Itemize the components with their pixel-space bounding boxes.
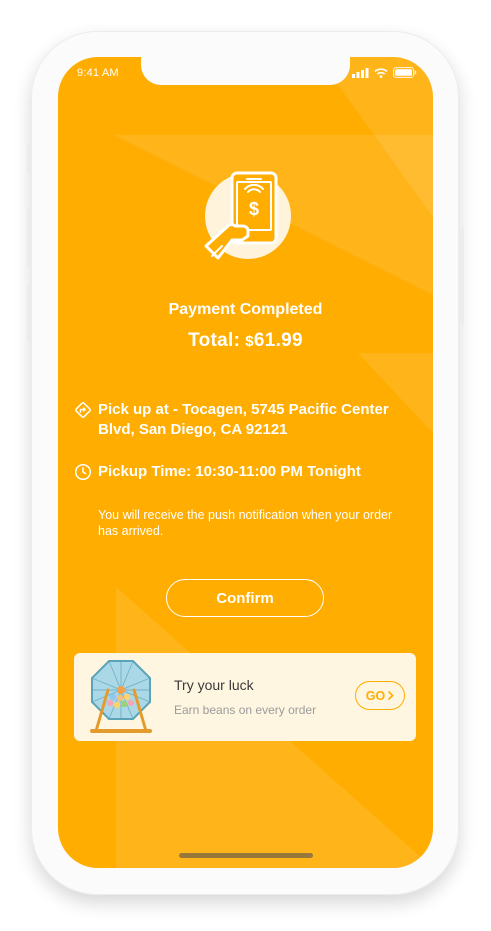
volume-up-button — [27, 208, 31, 266]
status-time: 9:41 AM — [77, 67, 119, 79]
total-amount: Total: $61.99 — [58, 330, 433, 352]
hand-phone-payment-icon: $ — [204, 171, 291, 260]
promo-subtitle: Earn beans on every order — [174, 703, 317, 717]
chevron-right-icon — [388, 691, 394, 700]
go-button[interactable]: GO — [355, 681, 405, 710]
pickup-location: Pick up at - Tocagen, 5745 Pacific Cente… — [74, 400, 419, 440]
directions-icon — [75, 402, 91, 418]
promo-card[interactable]: Try your luck Earn beans on every order … — [74, 653, 416, 741]
promo-title: Try your luck — [174, 677, 254, 693]
notch — [141, 57, 350, 85]
currency-symbol: $ — [245, 333, 254, 350]
wifi-icon — [374, 67, 388, 78]
go-button-label: GO — [365, 688, 386, 703]
status-icons — [352, 67, 417, 78]
total-label: Total: — [188, 330, 241, 351]
lottery-wheel-icon — [90, 660, 152, 733]
home-indicator[interactable] — [179, 853, 313, 858]
pickup-time: Pickup Time: 10:30-11:00 PM Tonight — [74, 462, 419, 482]
cellular-signal-icon — [352, 67, 369, 78]
power-button — [460, 228, 464, 324]
battery-icon — [393, 67, 417, 78]
clock-icon — [74, 463, 92, 481]
confirm-button[interactable]: Confirm — [166, 579, 324, 617]
pickup-location-text: Pick up at - Tocagen, 5745 Pacific Cente… — [98, 401, 389, 438]
payment-status-title: Payment Completed — [168, 301, 323, 318]
app-screen: 9:41 AM $ Payment Completed Total: $61.9… — [58, 57, 433, 868]
push-notification-note: You will receive the push notification w… — [98, 508, 393, 538]
total-value: 61.99 — [253, 330, 303, 351]
pickup-time-text: Pickup Time: 10:30-11:00 PM Tonight — [98, 463, 361, 480]
volume-down-button — [27, 284, 31, 342]
canvas: 9:41 AM $ Payment Completed Total: $61.9… — [0, 0, 491, 931]
mute-switch — [27, 144, 31, 174]
svg-text:$: $ — [249, 199, 259, 219]
